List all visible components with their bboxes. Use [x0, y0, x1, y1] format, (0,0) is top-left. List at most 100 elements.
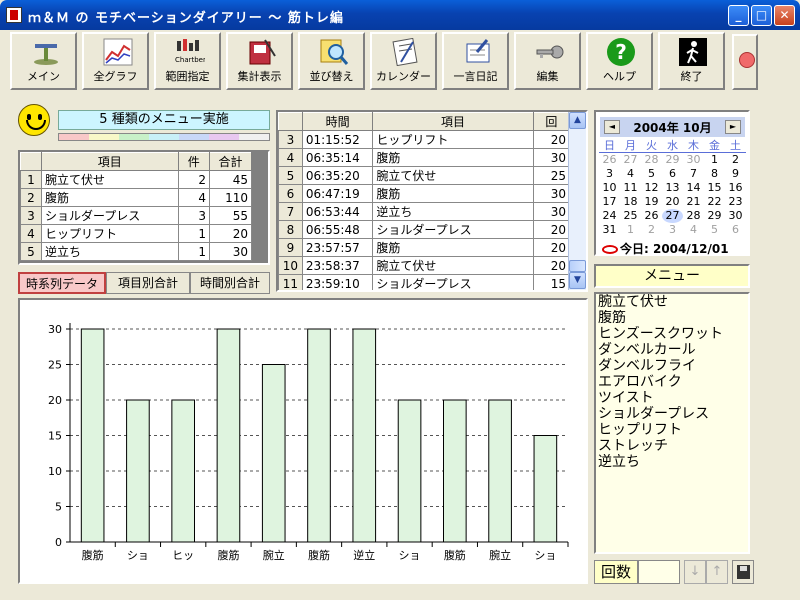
calendar-day[interactable]: 30 [683, 153, 704, 167]
toolbar-button-6[interactable]: 一言日記 [442, 32, 509, 90]
column-header[interactable]: 時間 [301, 112, 374, 131]
calendar-day[interactable]: 27 [620, 153, 641, 167]
calendar-day[interactable]: 29 [704, 209, 725, 223]
calendar-day[interactable]: 3 [599, 167, 620, 181]
calendar-day[interactable]: 6 [662, 167, 683, 181]
save-icon[interactable] [732, 560, 754, 584]
calendar-day[interactable]: 4 [683, 223, 704, 237]
calendar-day[interactable]: 11 [620, 181, 641, 195]
table-row[interactable]: 5 06:35:20 腕立て伏せ 25 [278, 166, 571, 185]
calendar-day[interactable]: 3 [662, 223, 683, 237]
menu-item[interactable]: ヒンズースクワット [598, 326, 746, 342]
menu-item[interactable]: ダンベルフライ [598, 358, 746, 374]
table-row[interactable]: 3 ショルダープレス 3 55 [20, 206, 252, 225]
calendar-day[interactable]: 26 [641, 209, 662, 223]
table-row[interactable]: 9 23:57:57 腹筋 20 [278, 238, 571, 257]
menu-item[interactable]: ストレッチ [598, 438, 746, 454]
calendar-day[interactable]: 28 [683, 209, 704, 223]
table-row[interactable]: 6 06:47:19 腹筋 30 [278, 184, 571, 203]
calendar-day[interactable]: 12 [641, 181, 662, 195]
table-row[interactable]: 1 腕立て伏せ 2 45 [20, 170, 252, 189]
toolbar-button-1[interactable]: 全グラフ [82, 32, 149, 90]
table-row[interactable]: 10 23:58:37 腕立て伏せ 20 [278, 256, 571, 275]
calendar-day[interactable]: 6 [725, 223, 746, 237]
calendar-day[interactable]: 18 [620, 195, 641, 209]
menu-item[interactable]: 腹筋 [598, 310, 746, 326]
calendar-day[interactable]: 21 [683, 195, 704, 209]
menu-item[interactable]: 腕立て伏せ [598, 294, 746, 310]
count-up-button[interactable]: ↑ [706, 560, 728, 584]
next-month-button[interactable]: ► [725, 120, 741, 134]
calendar-day[interactable]: 1 [620, 223, 641, 237]
column-header[interactable]: 合計 [209, 152, 252, 171]
menu-item[interactable]: 逆立ち [598, 454, 746, 470]
toolbar-button-3[interactable]: 集計表示 [226, 32, 293, 90]
calendar-day[interactable]: 26 [599, 153, 620, 167]
table-row[interactable]: 4 06:35:14 腹筋 30 [278, 148, 571, 167]
menu-item[interactable]: ダンベルカール [598, 342, 746, 358]
count-input[interactable] [638, 560, 680, 584]
tab-2[interactable]: 時間別合計 [190, 272, 270, 294]
calendar-day[interactable]: 13 [662, 181, 683, 195]
column-header[interactable]: 回 [532, 112, 571, 131]
toolbar-button-8[interactable]: ? ヘルプ [586, 32, 653, 90]
toolbar-button-7[interactable]: 編集 [514, 32, 581, 90]
count-down-button[interactable]: ↓ [684, 560, 706, 584]
calendar-day[interactable]: 25 [620, 209, 641, 223]
calendar-day[interactable]: 2 [725, 153, 746, 167]
calendar-day[interactable]: 7 [683, 167, 704, 181]
calendar-day[interactable]: 16 [725, 181, 746, 195]
calendar-day[interactable]: 24 [599, 209, 620, 223]
column-header[interactable]: 件 [177, 152, 210, 171]
table-row[interactable]: 8 06:55:48 ショルダープレス 20 [278, 220, 571, 239]
log-scrollbar[interactable]: ▲ ▼ [568, 112, 586, 290]
toolbar-button-2[interactable]: Chartbem 範囲指定 [154, 32, 221, 90]
calendar-day[interactable]: 28 [641, 153, 662, 167]
scroll-up-icon[interactable]: ▲ [569, 112, 586, 129]
toolbar-button-0[interactable]: メイン [10, 32, 77, 90]
calendar-day[interactable]: 9 [725, 167, 746, 181]
table-row[interactable]: 4 ヒップリフト 1 20 [20, 224, 252, 243]
column-header[interactable]: 項目 [372, 112, 534, 131]
scroll-down-icon[interactable]: ▼ [569, 272, 586, 289]
calendar-day[interactable]: 5 [641, 167, 662, 181]
maximize-button[interactable]: □ [751, 5, 772, 26]
calendar-day[interactable]: 31 [599, 223, 620, 237]
table-row[interactable]: 2 腹筋 4 110 [20, 188, 252, 207]
calendar-day[interactable]: 4 [620, 167, 641, 181]
menu-item[interactable]: ツイスト [598, 390, 746, 406]
menu-item[interactable]: ショルダープレス [598, 406, 746, 422]
calendar-day[interactable]: 17 [599, 195, 620, 209]
calendar-day[interactable]: 1 [704, 153, 725, 167]
calendar-day[interactable]: 2 [641, 223, 662, 237]
table-row[interactable]: 5 逆立ち 1 30 [20, 242, 252, 261]
table-row[interactable]: 11 23:59:10 ショルダープレス 15 [278, 274, 571, 290]
calendar-day[interactable]: 22 [704, 195, 725, 209]
toolbar-button-9[interactable]: 終了 [658, 32, 725, 90]
table-row[interactable]: 7 06:53:44 逆立ち 30 [278, 202, 571, 221]
calendar-day[interactable]: 19 [641, 195, 662, 209]
app-icon[interactable] [6, 7, 22, 23]
table-row[interactable]: 3 01:15:52 ヒップリフト 20 [278, 130, 571, 149]
tab-0[interactable]: 時系列データ [18, 272, 106, 294]
menu-item[interactable]: ヒップリフト [598, 422, 746, 438]
minimize-button[interactable]: _ [728, 5, 749, 26]
calendar-day[interactable]: 14 [683, 181, 704, 195]
column-header[interactable]: 項目 [41, 152, 179, 171]
calendar-day[interactable]: 15 [704, 181, 725, 195]
tab-1[interactable]: 項目別合計 [106, 272, 190, 294]
toolbar-button-4[interactable]: 並び替え [298, 32, 365, 90]
calendar-day[interactable]: 8 [704, 167, 725, 181]
scroll-thumb[interactable] [569, 260, 586, 272]
calendar-day[interactable]: 29 [662, 153, 683, 167]
calendar-day[interactable]: 27 [662, 209, 683, 223]
calendar-day[interactable]: 20 [662, 195, 683, 209]
calendar-day[interactable]: 30 [725, 209, 746, 223]
close-button[interactable]: ✕ [774, 5, 795, 26]
calendar-day[interactable]: 10 [599, 181, 620, 195]
toolbar-button-5[interactable]: カレンダー [370, 32, 437, 90]
column-header[interactable] [20, 152, 42, 171]
today-indicator[interactable]: 今日: 2004/12/01 [602, 240, 729, 257]
calendar-day[interactable]: 23 [725, 195, 746, 209]
calendar-day[interactable]: 5 [704, 223, 725, 237]
